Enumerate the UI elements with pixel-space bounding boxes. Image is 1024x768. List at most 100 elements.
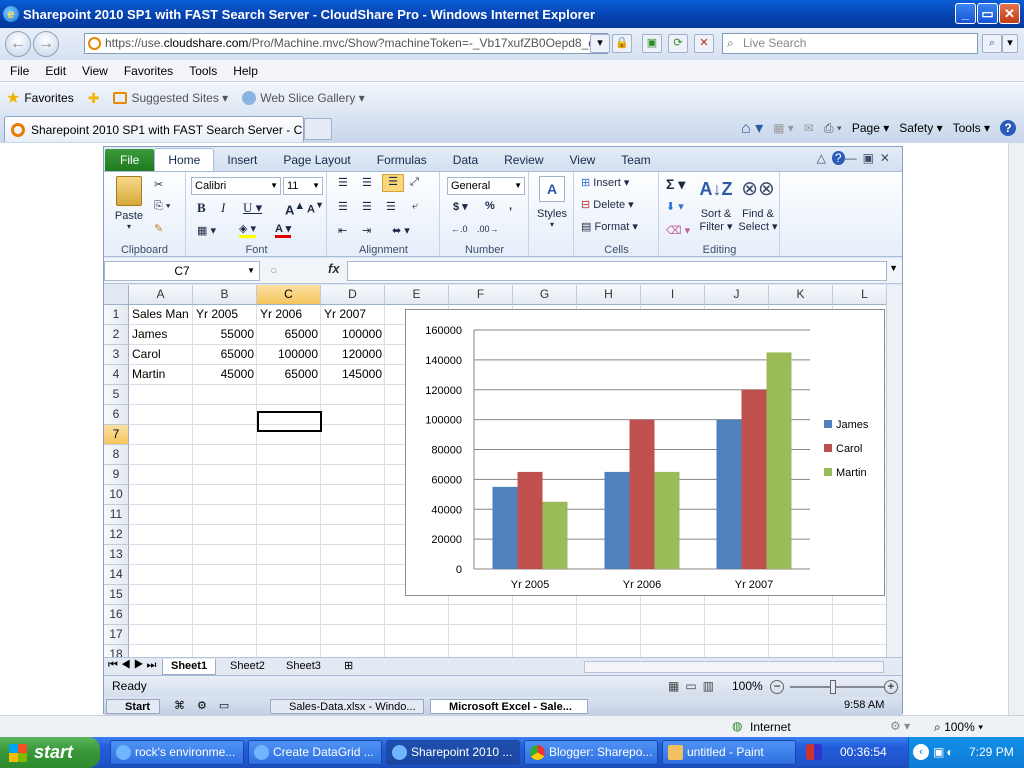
bold-button[interactable]: B [197, 200, 206, 216]
formula-input[interactable] [347, 261, 887, 281]
align-left-icon[interactable]: ☰ [338, 200, 348, 213]
zoom-slider[interactable] [790, 686, 884, 688]
feeds-icon[interactable]: ▦ ▾ [773, 121, 794, 135]
new-tab-button[interactable] [304, 118, 332, 140]
name-box[interactable]: C7 ▼ [104, 261, 260, 281]
chart[interactable]: 0 20000 40000 60000 80000 100000 120000 140000 1… [405, 309, 885, 596]
close-button[interactable]: ✕ [999, 3, 1020, 24]
page-menu[interactable]: Page ▾ [852, 121, 889, 135]
cell-a3[interactable]: Carol [129, 345, 193, 365]
print-icon[interactable]: ⎙ ▾ [824, 121, 842, 136]
column-header-a[interactable]: A [129, 285, 193, 305]
protected-mode-icon[interactable]: ⚙ ▾ [890, 719, 910, 733]
worksheet-vertical-scrollbar[interactable] [886, 285, 902, 657]
view-buttons[interactable]: ▦▭▥ [668, 676, 720, 697]
align-middle-icon[interactable]: ☰ [362, 176, 372, 189]
decrease-indent-icon[interactable]: ⇤ [338, 224, 347, 237]
row-header-18[interactable]: 18 [104, 645, 129, 657]
search-input[interactable]: ⌕ Live Search [722, 33, 978, 54]
copy-icon[interactable]: ⎘ ▾ [154, 200, 170, 213]
tab-team[interactable]: Team [608, 149, 663, 171]
cell-b2[interactable]: 55000 [193, 325, 257, 345]
currency-button[interactable]: $ ▾ [453, 200, 468, 213]
cell-b3[interactable]: 65000 [193, 345, 257, 365]
expand-formula-icon[interactable]: ▼ [889, 263, 898, 273]
wrap-text-icon[interactable]: ⤶ [412, 200, 418, 213]
font-color-icon[interactable]: A ▾ [275, 222, 292, 238]
clear-icon[interactable]: ⌫ ▾ [666, 224, 690, 237]
app-icon[interactable] [806, 744, 822, 760]
font-name-select[interactable]: Calibri ▼ [191, 177, 281, 195]
menu-favorites[interactable]: Favorites [116, 64, 181, 78]
column-header-g[interactable]: G [513, 285, 577, 305]
align-center-icon[interactable]: ☰ [362, 200, 372, 213]
compat-view-icon[interactable]: ▣ [642, 34, 662, 53]
cell-a4[interactable]: Martin [129, 365, 193, 385]
back-button[interactable]: ← [5, 31, 31, 57]
help-icon[interactable]: ? [831, 151, 845, 165]
page-vertical-scrollbar[interactable] [1008, 143, 1024, 715]
paste-button[interactable]: Paste ▾ [112, 176, 146, 231]
search-button[interactable]: ⌕ [982, 34, 1002, 53]
align-right-icon[interactable]: ☰ [386, 200, 396, 213]
increase-decimal-icon[interactable]: ←.0 [451, 224, 468, 234]
orientation-icon[interactable]: ⤢ [410, 176, 419, 189]
column-header-k[interactable]: K [769, 285, 833, 305]
tab-review[interactable]: Review [491, 149, 556, 171]
suggested-sites-link[interactable]: Suggested Sites ▾ [113, 91, 228, 105]
stop-icon[interactable]: ✕ [694, 34, 714, 53]
sheet-tab-sheet3[interactable]: Sheet3 [278, 659, 329, 675]
select-all-corner[interactable] [104, 285, 129, 305]
row-header-8[interactable]: 8 [104, 445, 129, 465]
align-bottom-icon[interactable]: ☰ [382, 174, 404, 192]
column-header-c[interactable]: C [257, 285, 321, 305]
column-header-f[interactable]: F [449, 285, 513, 305]
active-cell-c7[interactable] [257, 411, 322, 432]
underline-button[interactable]: U ▾ [243, 200, 262, 216]
zoom-out-icon[interactable]: − [770, 680, 784, 694]
remote-task-excel[interactable]: Microsoft Excel - Sale... [430, 699, 588, 714]
autosum-icon[interactable]: Σ ▾ [666, 176, 685, 193]
column-header-e[interactable]: E [385, 285, 449, 305]
increase-indent-icon[interactable]: ⇥ [362, 224, 371, 237]
cell-c1[interactable]: Yr 2006 [257, 305, 321, 325]
safety-menu[interactable]: Safety ▾ [899, 121, 942, 135]
sheet-nav-arrows[interactable]: ⏮◀▶⏭ [108, 659, 159, 672]
cut-icon[interactable]: ✂ [154, 178, 163, 191]
column-header-j[interactable]: J [705, 285, 769, 305]
column-header-b[interactable]: B [193, 285, 257, 305]
cell-a2[interactable]: James [129, 325, 193, 345]
row-header-12[interactable]: 12 [104, 525, 129, 545]
row-header-15[interactable]: 15 [104, 585, 129, 605]
taskbar-item-2[interactable]: Create DataGrid ... [248, 740, 382, 765]
tray-expand-icon[interactable]: ‹ [913, 744, 929, 760]
formula-bar-collapse-icon[interactable]: ○ [270, 263, 277, 277]
cell-c2[interactable]: 65000 [257, 325, 321, 345]
fill-icon[interactable]: ⬇ ▾ [666, 200, 684, 213]
minimize-button[interactable]: _ [955, 3, 976, 24]
tab-data[interactable]: Data [440, 149, 491, 171]
tab-insert[interactable]: Insert [214, 149, 270, 171]
row-header-13[interactable]: 13 [104, 545, 129, 565]
menu-help[interactable]: Help [225, 64, 266, 78]
cell-b4[interactable]: 45000 [193, 365, 257, 385]
tab-view[interactable]: View [557, 149, 609, 171]
cell-d4[interactable]: 145000 [321, 365, 385, 385]
help-icon[interactable]: ? [1000, 120, 1016, 136]
row-header-14[interactable]: 14 [104, 565, 129, 585]
sheet-tab-sheet2[interactable]: Sheet2 [222, 659, 273, 675]
refresh-icon[interactable]: ⟳ [668, 34, 688, 53]
row-header-2[interactable]: 2 [104, 325, 129, 345]
cell-d1[interactable]: Yr 2007 [321, 305, 385, 325]
row-header-17[interactable]: 17 [104, 625, 129, 645]
window-controls[interactable]: △? —▣✕ [817, 151, 896, 165]
row-header-16[interactable]: 16 [104, 605, 129, 625]
format-cells-button[interactable]: ▤ Format ▾ [581, 220, 638, 233]
browser-tab-active[interactable]: Sharepoint 2010 SP1 with FAST Search Ser… [4, 116, 304, 142]
menu-tools[interactable]: Tools [181, 64, 225, 78]
lock-icon[interactable]: 🔒 [612, 34, 632, 53]
add-favorites-button[interactable]: ✚ [88, 90, 100, 107]
menu-file[interactable]: File [2, 64, 37, 78]
taskbar-item-1[interactable]: rock's environme... [110, 740, 244, 765]
font-size-select[interactable]: 11 ▼ [283, 177, 323, 195]
